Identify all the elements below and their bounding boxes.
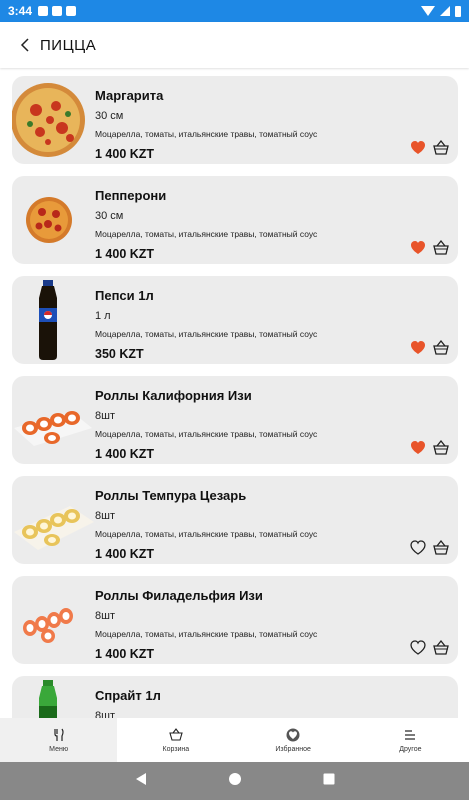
notification-icon [38, 6, 49, 16]
heart-icon [286, 728, 300, 741]
product-image-sprite-bottle [12, 676, 96, 718]
product-price: 350 KZT [95, 347, 144, 361]
product-size: 8шт [95, 610, 115, 622]
product-list: Маргарита 30 см Моцарелла, томаты, италь… [0, 70, 469, 718]
nav-item-label: Избранное [275, 745, 311, 753]
product-name: Маргарита [95, 88, 164, 103]
product-card[interactable]: Роллы Калифорния Изи 8шт Моцарелла, тома… [12, 376, 458, 464]
product-name: Роллы Темпура Цезарь [95, 488, 247, 503]
heart-icon[interactable] [410, 440, 426, 456]
product-description: Моцарелла, томаты, итальянские травы, то… [95, 629, 318, 639]
heart-icon[interactable] [410, 240, 426, 256]
product-card[interactable]: Спрайт 1л 8шт [12, 676, 458, 718]
product-card[interactable]: Роллы Филадельфия Изи 8шт Моцарелла, том… [12, 576, 458, 664]
product-description: Моцарелла, томаты, итальянские травы, то… [95, 229, 318, 239]
product-name: Пепперони [95, 188, 167, 203]
product-card[interactable]: Пепперони 30 см Моцарелла, томаты, италь… [12, 176, 458, 264]
product-price: 1 400 KZT [95, 147, 155, 161]
basket-icon[interactable] [433, 439, 449, 456]
heart-outline-icon[interactable] [410, 540, 426, 556]
product-name: Роллы Филадельфия Изи [95, 588, 263, 603]
nav-item-other[interactable]: Другое [352, 718, 469, 762]
basket-icon[interactable] [433, 639, 449, 656]
status-time: 3:44 [8, 4, 33, 18]
page-title: ПИЦЦА [40, 36, 97, 54]
system-navigation-bar [0, 762, 469, 800]
nav-item-favorites[interactable]: Избранное [235, 718, 352, 762]
product-card[interactable]: Роллы Темпура Цезарь 8шт Моцарелла, тома… [12, 476, 458, 564]
fork-knife-icon [54, 728, 64, 741]
wifi-icon [421, 6, 435, 16]
notification-icon [52, 6, 63, 16]
product-size: 30 см [95, 210, 124, 222]
product-size: 8шт [95, 510, 115, 522]
nav-item-label: Другое [399, 745, 422, 753]
product-size: 1 л [95, 310, 111, 322]
nav-item-label: Меню [49, 745, 69, 753]
system-back-icon[interactable] [134, 772, 148, 791]
product-description: Моцарелла, томаты, итальянские травы, то… [95, 529, 318, 539]
product-description: Моцарелла, томаты, итальянские травы, то… [95, 429, 318, 439]
basket-icon[interactable] [433, 239, 449, 256]
battery-icon [455, 5, 461, 17]
product-name: Пепси 1л [95, 288, 154, 303]
product-size: 30 см [95, 110, 124, 122]
status-bar: 3:44 [0, 0, 469, 22]
product-size: 8шт [95, 410, 115, 422]
basket-icon[interactable] [433, 539, 449, 556]
sim-icon [66, 6, 77, 16]
product-image-pepsi-bottle [12, 276, 96, 364]
product-card[interactable]: Пепси 1л 1 л Моцарелла, томаты, итальянс… [12, 276, 458, 364]
nav-item-menu[interactable]: Меню [0, 718, 118, 762]
nav-item-label: Корзина [162, 745, 190, 753]
app-bar: ПИЦЦА [0, 22, 469, 68]
product-description: Моцарелла, томаты, итальянские травы, то… [95, 129, 318, 139]
menu-lines-icon [405, 729, 416, 740]
product-image-pizza-pepperoni [12, 176, 96, 264]
product-name: Спрайт 1л [95, 688, 161, 703]
back-arrow-icon[interactable] [16, 36, 34, 54]
product-image-philadelphia-rolls [12, 576, 96, 664]
basket-icon [169, 727, 183, 741]
signal-icon [440, 6, 450, 16]
product-price: 1 400 KZT [95, 547, 155, 561]
heart-icon[interactable] [410, 340, 426, 356]
product-image-pizza-margarita [12, 76, 96, 164]
system-recents-icon[interactable] [322, 772, 336, 791]
system-home-icon[interactable] [228, 772, 242, 791]
basket-icon[interactable] [433, 339, 449, 356]
product-size: 8шт [95, 710, 115, 718]
product-card[interactable]: Маргарита 30 см Моцарелла, томаты, италь… [12, 76, 458, 164]
product-price: 1 400 KZT [95, 247, 155, 261]
heart-icon[interactable] [410, 140, 426, 156]
product-name: Роллы Калифорния Изи [95, 388, 252, 403]
product-image-california-rolls [12, 376, 96, 464]
product-description: Моцарелла, томаты, итальянские травы, то… [95, 329, 318, 339]
heart-outline-icon[interactable] [410, 640, 426, 656]
basket-icon[interactable] [433, 139, 449, 156]
bottom-navigation: Меню Корзина Избранное Другое [0, 718, 469, 762]
nav-item-cart[interactable]: Корзина [117, 718, 234, 762]
product-price: 1 400 KZT [95, 647, 155, 661]
product-image-tempura-rolls [12, 476, 96, 564]
product-price: 1 400 KZT [95, 447, 155, 461]
